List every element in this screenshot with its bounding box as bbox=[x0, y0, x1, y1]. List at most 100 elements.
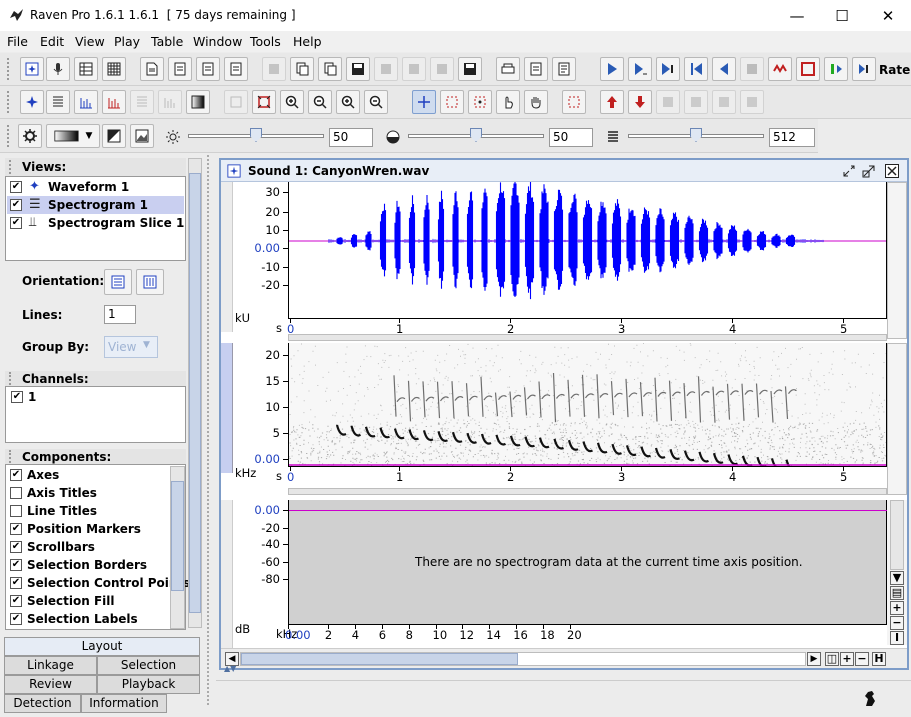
paste-button[interactable] bbox=[318, 57, 342, 81]
play-button[interactable] bbox=[600, 57, 624, 81]
zoom-in-selection-button[interactable] bbox=[336, 90, 360, 114]
section-grip[interactable] bbox=[9, 160, 13, 174]
hand-tool-button[interactable] bbox=[496, 90, 520, 114]
orientation-horizontal-button[interactable] bbox=[104, 269, 132, 295]
splitter[interactable] bbox=[207, 155, 213, 705]
scroll-right-button[interactable]: ▶ bbox=[807, 652, 821, 666]
menu-edit[interactable]: Edit bbox=[40, 34, 64, 49]
record-mode-button[interactable] bbox=[796, 57, 820, 81]
meter-button[interactable] bbox=[824, 57, 848, 81]
page-setup-button[interactable] bbox=[524, 57, 548, 81]
menu-table[interactable]: Table bbox=[151, 34, 183, 49]
components-scroll-thumb[interactable] bbox=[171, 481, 184, 591]
lines-input[interactable]: 1 bbox=[104, 305, 136, 324]
new-window-button[interactable] bbox=[20, 57, 44, 81]
restore-icon[interactable] bbox=[842, 164, 856, 178]
grayscale-button[interactable] bbox=[102, 124, 126, 148]
fit-vertical-button[interactable]: I bbox=[890, 631, 904, 645]
menu-file[interactable]: File bbox=[7, 34, 28, 49]
toolbar-grip[interactable] bbox=[7, 58, 11, 80]
view-item[interactable]: ✔ ☰ Spectrogram 1 bbox=[7, 196, 184, 214]
save-button[interactable] bbox=[346, 57, 370, 81]
view-item[interactable]: ✔ ✦ Waveform 1 bbox=[7, 178, 184, 196]
export-button[interactable] bbox=[224, 57, 248, 81]
panel-scroll-thumb[interactable] bbox=[189, 173, 201, 613]
disabled-view-button-2[interactable] bbox=[158, 90, 182, 114]
menu-view[interactable]: View bbox=[75, 34, 105, 49]
collapse-arrows[interactable]: ▲▼ bbox=[224, 664, 236, 673]
tab-linkage[interactable]: Linkage bbox=[4, 656, 97, 675]
close-button[interactable]: ✕ bbox=[865, 0, 911, 31]
component-item[interactable]: Axis Titles bbox=[7, 484, 169, 502]
component-checkbox[interactable] bbox=[10, 505, 22, 517]
view-checkbox[interactable]: ✔ bbox=[10, 181, 22, 193]
scroll-down-button[interactable]: ▼ bbox=[890, 571, 904, 585]
grid-button[interactable] bbox=[102, 57, 126, 81]
brightness-slider-thumb[interactable] bbox=[250, 128, 262, 142]
view-item[interactable]: ✔ ⫫ Spectrogram Slice 1 bbox=[7, 214, 184, 232]
spectrogram-gutter-active[interactable] bbox=[221, 343, 233, 473]
zoom-out-vertical-button[interactable]: − bbox=[890, 616, 904, 630]
component-checkbox[interactable]: ✔ bbox=[10, 469, 22, 481]
move-down-button[interactable] bbox=[628, 90, 652, 114]
save-doc-button[interactable] bbox=[196, 57, 220, 81]
component-item[interactable]: ✔ Selection Labels bbox=[7, 610, 169, 628]
zoom-to-all-button[interactable] bbox=[252, 90, 276, 114]
rewind-button[interactable] bbox=[712, 57, 736, 81]
crosshair-tool-button[interactable] bbox=[412, 90, 436, 114]
print-button[interactable] bbox=[168, 57, 192, 81]
settings-button[interactable] bbox=[18, 124, 42, 148]
menu-play[interactable]: Play bbox=[114, 34, 140, 49]
component-item[interactable]: ✔ Selection Borders bbox=[7, 556, 169, 574]
play-to-end-button[interactable] bbox=[656, 57, 680, 81]
maximize-button[interactable]: ☐ bbox=[819, 0, 865, 31]
tab-playback[interactable]: Playback bbox=[97, 675, 200, 694]
toolbar-grip[interactable] bbox=[7, 125, 11, 147]
copy-button[interactable] bbox=[290, 57, 314, 81]
tab-layout[interactable]: Layout bbox=[4, 637, 200, 656]
list-button[interactable] bbox=[46, 90, 70, 114]
zoom-out-selection-button[interactable] bbox=[364, 90, 388, 114]
table-button[interactable] bbox=[74, 57, 98, 81]
component-item[interactable]: ✔ Selection Fill bbox=[7, 592, 169, 610]
component-checkbox[interactable] bbox=[10, 487, 22, 499]
bars-red-button[interactable] bbox=[102, 90, 126, 114]
waveform-hscroll[interactable] bbox=[288, 334, 887, 341]
point-select-button[interactable] bbox=[468, 90, 492, 114]
disabled-view-button-1[interactable] bbox=[130, 90, 154, 114]
disabled-button-3[interactable] bbox=[402, 57, 426, 81]
zoom-out-time-button[interactable]: − bbox=[855, 652, 869, 666]
spectrogram-vscroll[interactable] bbox=[887, 343, 907, 495]
contrast-input[interactable]: 50 bbox=[549, 128, 593, 147]
menu-window[interactable]: Window bbox=[193, 34, 242, 49]
spectrogram-plot[interactable] bbox=[288, 343, 887, 466]
image-button[interactable] bbox=[130, 124, 154, 148]
channel-1-checkbox[interactable]: ✔ bbox=[11, 391, 23, 403]
slice-vscroll[interactable] bbox=[890, 500, 904, 570]
component-checkbox[interactable]: ✔ bbox=[10, 523, 22, 535]
maximize-icon[interactable] bbox=[862, 164, 876, 178]
panel-toggle-button[interactable]: ▤ bbox=[890, 586, 904, 600]
menu-help[interactable]: Help bbox=[293, 34, 322, 49]
open-button[interactable] bbox=[140, 57, 164, 81]
window-size-slider-thumb[interactable] bbox=[690, 128, 702, 142]
disabled-tool-3[interactable] bbox=[712, 90, 736, 114]
minimize-button[interactable]: — bbox=[774, 0, 820, 31]
play-selection-button[interactable] bbox=[628, 57, 652, 81]
section-grip[interactable] bbox=[9, 372, 13, 385]
move-up-button[interactable] bbox=[600, 90, 624, 114]
tab-detection[interactable]: Detection bbox=[4, 694, 81, 713]
component-item[interactable]: ✔ Selection Control Points bbox=[7, 574, 190, 592]
colormap-dropdown[interactable]: ▼ bbox=[46, 124, 100, 148]
component-item[interactable]: ✔ Position Markers bbox=[7, 520, 169, 538]
component-checkbox[interactable]: ✔ bbox=[10, 577, 22, 589]
menu-tools[interactable]: Tools bbox=[250, 34, 281, 49]
active-view-button[interactable] bbox=[20, 90, 44, 114]
component-item[interactable]: ✔ Axes bbox=[7, 466, 169, 484]
spectrogram-hscroll[interactable] bbox=[288, 488, 887, 495]
fit-time-button[interactable]: H bbox=[872, 652, 886, 666]
waveform-plot[interactable] bbox=[288, 182, 887, 318]
disabled-tool-2[interactable] bbox=[684, 90, 708, 114]
zoom-out-button[interactable] bbox=[308, 90, 332, 114]
print-preview-button[interactable] bbox=[496, 57, 520, 81]
